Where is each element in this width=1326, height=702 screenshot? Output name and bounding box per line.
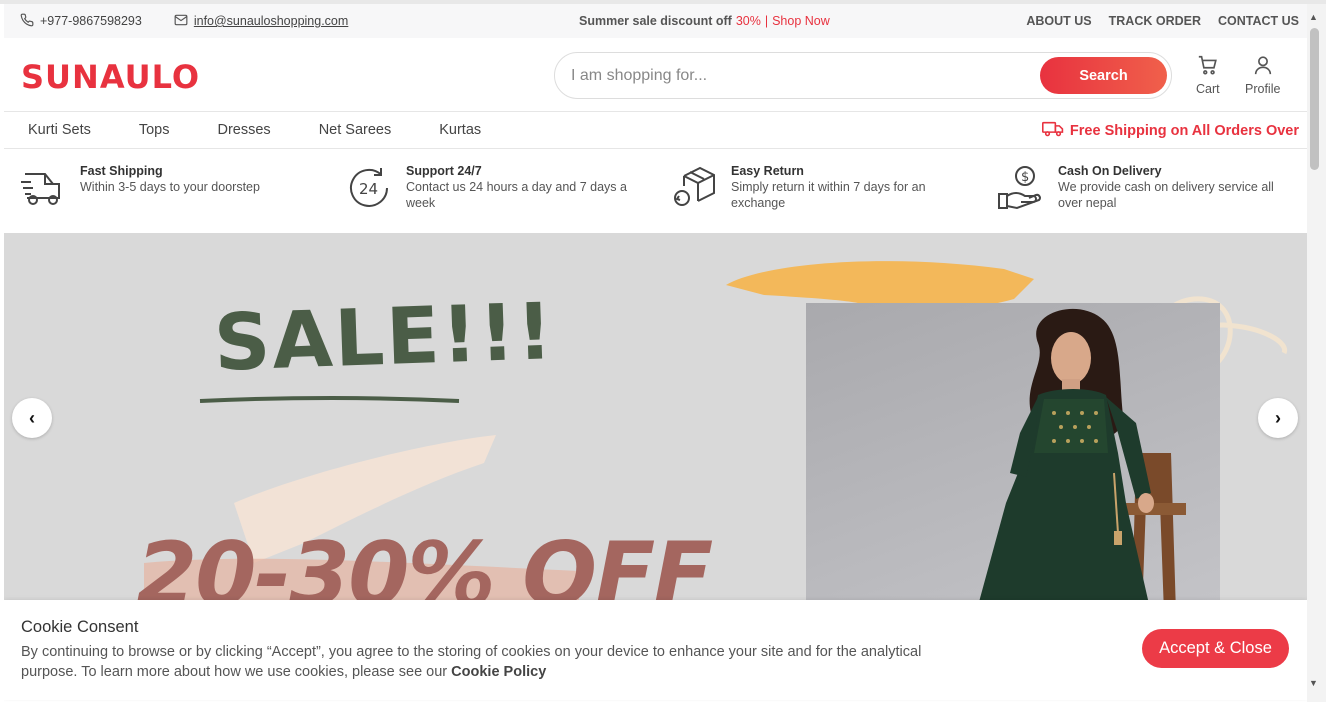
feature-support-text: Support 24/7 Contact us 24 hours a day a… [406, 163, 646, 211]
cart-button[interactable]: Cart [1196, 54, 1220, 96]
search-button[interactable]: Search [1040, 57, 1167, 94]
feature-fast-shipping-text: Fast Shipping Within 3-5 days to your do… [80, 163, 280, 195]
page: +977-9867598293 info@sunauloshopping.com… [4, 4, 1307, 702]
scrollbar-thumb[interactable] [1310, 28, 1319, 170]
carousel-next-button[interactable]: › [1258, 398, 1298, 438]
shop-now-link[interactable]: Shop Now [772, 14, 830, 28]
user-icon [1252, 54, 1274, 79]
sale-heading: SALE!!! [212, 287, 556, 389]
promo-text: Summer sale discount off [579, 14, 732, 28]
phone-number: +977-9867598293 [40, 14, 142, 28]
carousel-prev-button[interactable]: ‹ [12, 398, 52, 438]
profile-button[interactable]: Profile [1245, 54, 1280, 96]
profile-label: Profile [1245, 82, 1281, 96]
feature-cod-text: Cash On Delivery We provide cash on deli… [1058, 163, 1288, 211]
email-link[interactable]: info@sunauloshopping.com [194, 14, 348, 28]
feature-title: Fast Shipping [80, 164, 163, 178]
promo-banner: Summer sale discount off 30% | Shop Now [579, 4, 830, 38]
top-bar: +977-9867598293 info@sunauloshopping.com… [4, 4, 1307, 38]
track-order-link[interactable]: TRACK ORDER [1109, 14, 1201, 28]
support-24-icon: 24 [344, 163, 394, 213]
promo-percent: 30% [735, 14, 761, 28]
feature-fast-shipping: Fast Shipping Within 3-5 days to your do… [18, 163, 280, 213]
feature-title: Easy Return [731, 164, 804, 178]
features-strip: Fast Shipping Within 3-5 days to your do… [4, 149, 1307, 233]
accept-close-button[interactable]: Accept & Close [1142, 629, 1289, 668]
free-shipping-text: Free Shipping on All Orders Over [1069, 122, 1299, 139]
feature-desc: We provide cash on delivery service all … [1058, 180, 1274, 210]
delivery-truck-icon [1041, 121, 1064, 141]
feature-easy-return-text: Easy Return Simply return it within 7 da… [731, 163, 951, 211]
cookie-policy-link[interactable]: Cookie Policy [451, 664, 546, 680]
feature-title: Cash On Delivery [1058, 164, 1162, 178]
feature-desc: Within 3-5 days to your doorstep [80, 180, 260, 194]
promo-separator: | [764, 14, 769, 28]
feature-cash-on-delivery: $ Cash On Delivery We provide cash on de… [996, 163, 1288, 213]
phone-icon [20, 13, 34, 30]
cookie-body: By continuing to browse or by clicking “… [21, 642, 981, 682]
cookie-consent-banner: Cookie Consent By continuing to browse o… [4, 600, 1307, 700]
return-box-icon [669, 163, 719, 213]
brand-logo[interactable]: SUNAULO [21, 58, 200, 96]
scroll-down-arrow-icon[interactable]: ▼ [1309, 678, 1318, 688]
feature-desc: Contact us 24 hours a day and 7 days a w… [406, 180, 627, 210]
free-shipping-notice: Free Shipping on All Orders Over [1041, 112, 1299, 149]
mail-icon [174, 13, 188, 30]
contact-us-link[interactable]: CONTACT US [1218, 14, 1299, 28]
email-contact[interactable]: info@sunauloshopping.com [174, 13, 348, 30]
model-photo [806, 303, 1220, 613]
feature-easy-return: Easy Return Simply return it within 7 da… [669, 163, 951, 213]
nav-item-net-sarees[interactable]: Net Sarees [319, 122, 392, 138]
model-illustration [976, 308, 1186, 613]
header: SUNAULO Search Cart Profile [4, 38, 1307, 112]
svg-text:$: $ [1021, 170, 1029, 185]
hero-carousel: SALE!!! 20-30% OFF ‹ › [4, 233, 1307, 613]
nav-item-kurtas[interactable]: Kurtas [439, 122, 481, 138]
chevron-right-icon: › [1275, 407, 1281, 428]
cash-hand-icon: $ [996, 163, 1046, 213]
cookie-title: Cookie Consent [21, 618, 139, 636]
phone-contact[interactable]: +977-9867598293 [20, 13, 142, 30]
cart-label: Cart [1196, 82, 1220, 96]
scroll-up-arrow-icon[interactable]: ▲ [1309, 12, 1318, 22]
feature-support: 24 Support 24/7 Contact us 24 hours a da… [344, 163, 646, 213]
search-bar: Search [554, 52, 1172, 99]
nav-item-tops[interactable]: Tops [139, 122, 170, 138]
about-us-link[interactable]: ABOUT US [1026, 14, 1091, 28]
truck-icon [18, 163, 68, 213]
top-links: ABOUT US TRACK ORDER CONTACT US [1026, 4, 1299, 38]
cart-icon [1197, 54, 1219, 79]
svg-text:24: 24 [359, 180, 378, 198]
chevron-left-icon: ‹ [29, 407, 35, 428]
category-nav: Kurti Sets Tops Dresses Net Sarees Kurta… [4, 112, 1307, 149]
feature-title: Support 24/7 [406, 164, 482, 178]
nav-item-dresses[interactable]: Dresses [218, 122, 271, 138]
nav-item-kurti-sets[interactable]: Kurti Sets [28, 122, 91, 138]
search-input[interactable] [571, 66, 1011, 85]
feature-desc: Simply return it within 7 days for an ex… [731, 180, 926, 210]
